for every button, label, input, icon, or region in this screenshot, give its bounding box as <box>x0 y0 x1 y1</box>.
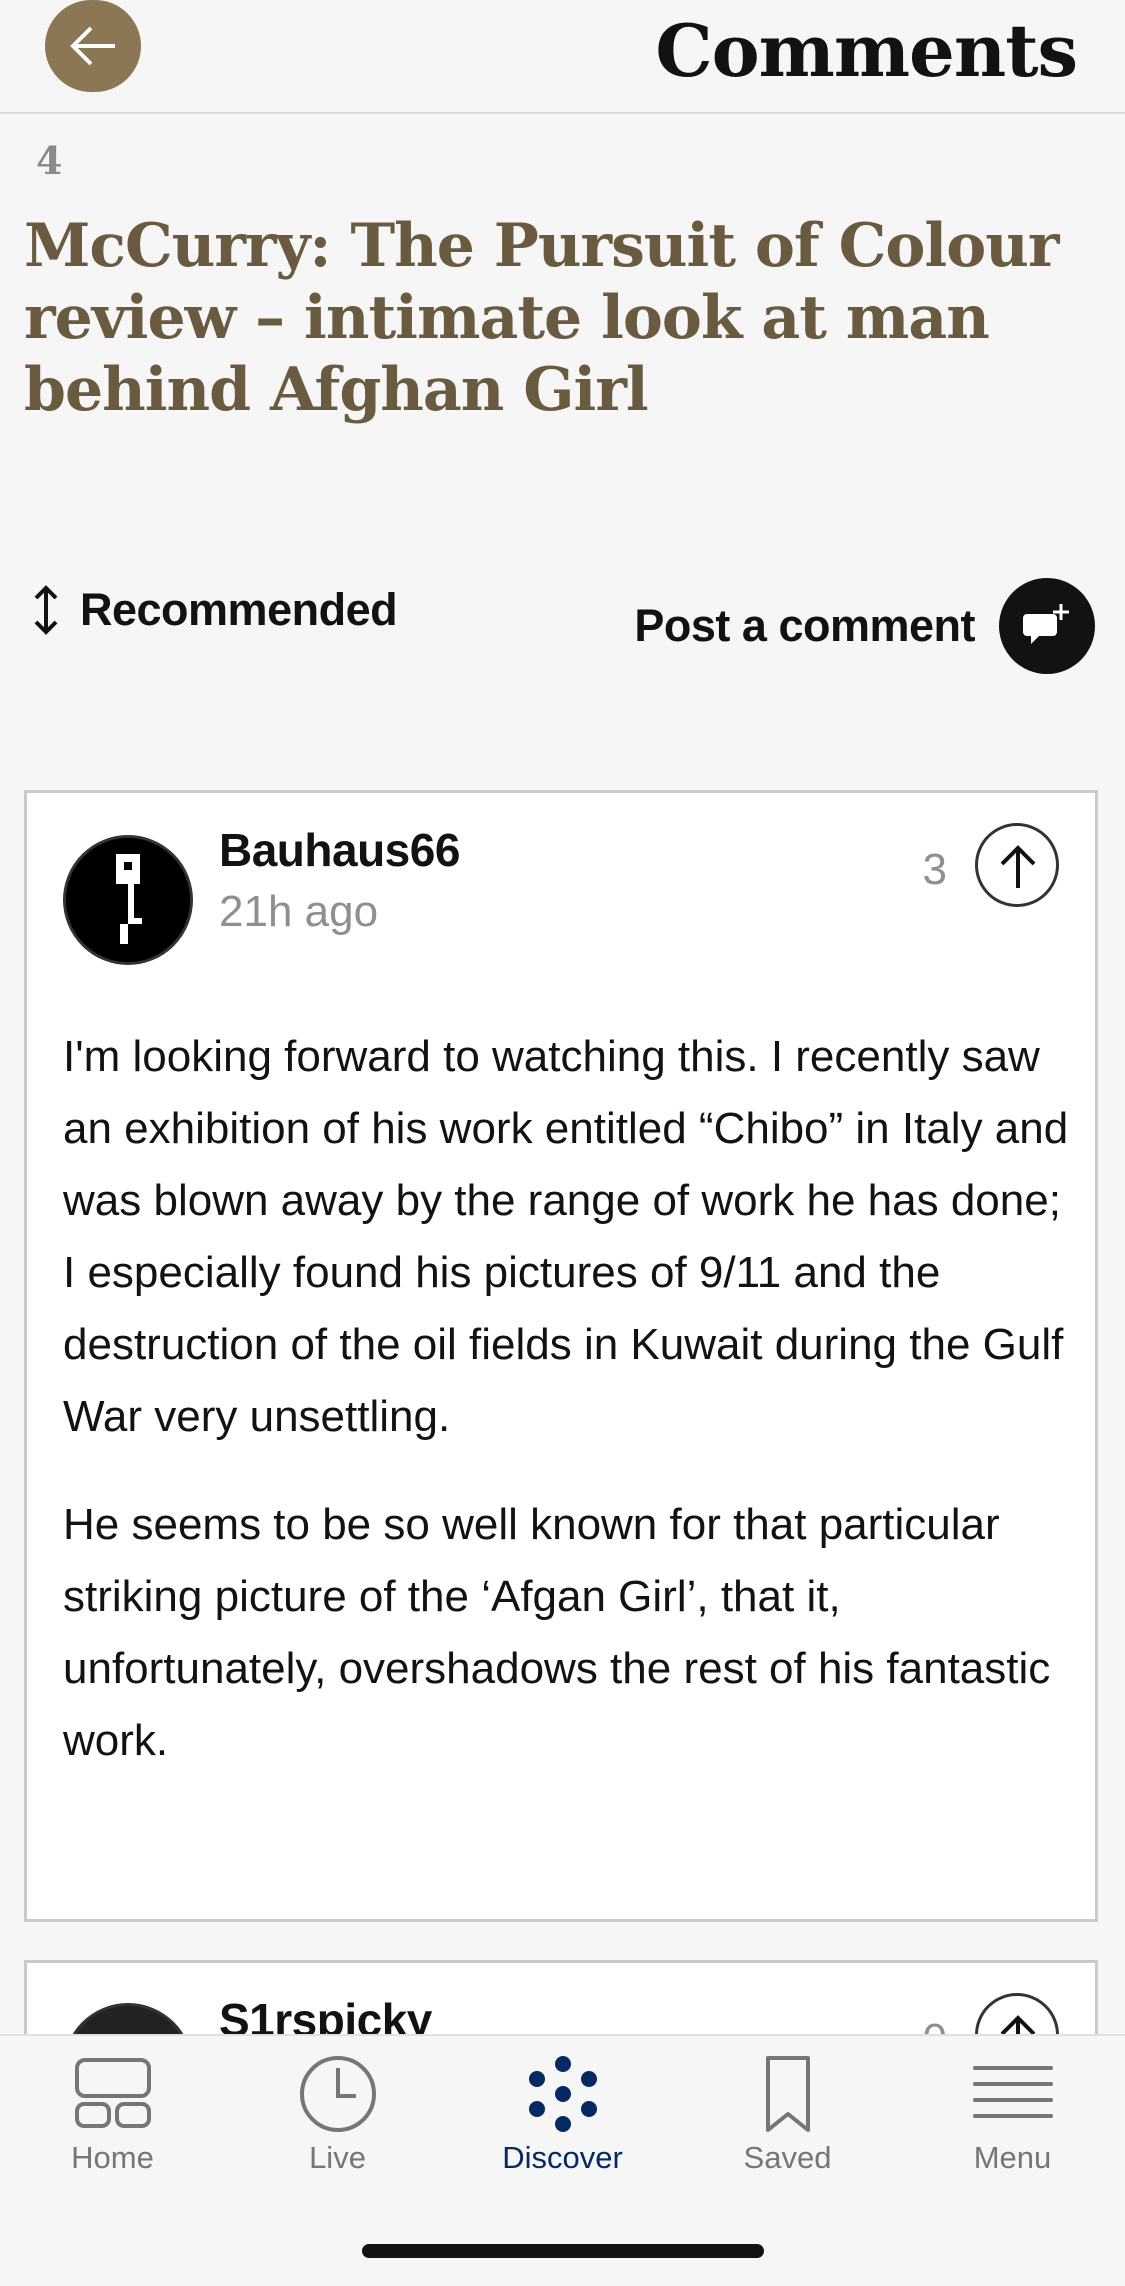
comment-card: Bauhaus66 21h ago 3 I'm looking forward … <box>24 790 1098 1922</box>
upvote-button[interactable] <box>975 823 1059 907</box>
bauhaus-face-avatar-icon <box>66 838 190 962</box>
comment-paragraph: I'm looking forward to watching this. I … <box>63 1032 1069 1441</box>
nav-label-live: Live <box>309 2140 366 2175</box>
comment-author[interactable]: Bauhaus66 <box>219 823 460 877</box>
page-title: Comments <box>655 8 1078 93</box>
avatar[interactable] <box>63 835 193 965</box>
article-title[interactable]: McCurry: The Pursuit of Colour review – … <box>24 210 1114 426</box>
vote-count: 3 <box>922 845 947 894</box>
comment-paragraph: He seems to be so well known for that pa… <box>63 1500 1051 1765</box>
nav-item-menu[interactable]: Menu <box>900 2036 1125 2196</box>
menu-icon <box>972 2066 1053 2118</box>
home-indicator[interactable] <box>362 2244 764 2258</box>
bookmark-icon <box>765 2056 810 2132</box>
nav-item-live[interactable]: Live <box>225 2036 450 2196</box>
post-comment-icon-button[interactable] <box>999 578 1095 674</box>
discover-dots-icon <box>528 2056 597 2132</box>
nav-label-menu: Menu <box>973 2140 1052 2175</box>
sort-toggle[interactable]: Recommended <box>30 580 398 640</box>
nav-label-saved: Saved <box>743 2140 832 2175</box>
comment-timestamp: 21h ago <box>219 887 379 936</box>
up-down-arrows-icon <box>34 585 58 635</box>
sort-label: Recommended <box>80 584 398 635</box>
comment-body: I'm looking forward to watching this. I … <box>63 1021 1073 1813</box>
home-icon <box>74 2058 151 2128</box>
speech-bubble-plus-icon <box>1023 604 1069 644</box>
comment-count: 4 <box>36 138 63 183</box>
back-button[interactable] <box>45 0 141 92</box>
nav-item-discover[interactable]: Discover <box>450 2036 675 2196</box>
nav-label-home: Home <box>71 2140 154 2175</box>
arrow-up-icon <box>1000 845 1036 888</box>
nav-item-saved[interactable]: Saved <box>675 2036 900 2196</box>
post-comment-button[interactable]: Post a comment <box>634 578 1095 674</box>
clock-icon <box>299 2056 376 2132</box>
top-bar: Comments <box>0 0 1125 114</box>
post-comment-label: Post a comment <box>634 600 975 651</box>
nav-item-home[interactable]: Home <box>0 2036 225 2196</box>
arrow-left-icon <box>70 26 115 66</box>
nav-label-discover: Discover <box>502 2140 623 2175</box>
